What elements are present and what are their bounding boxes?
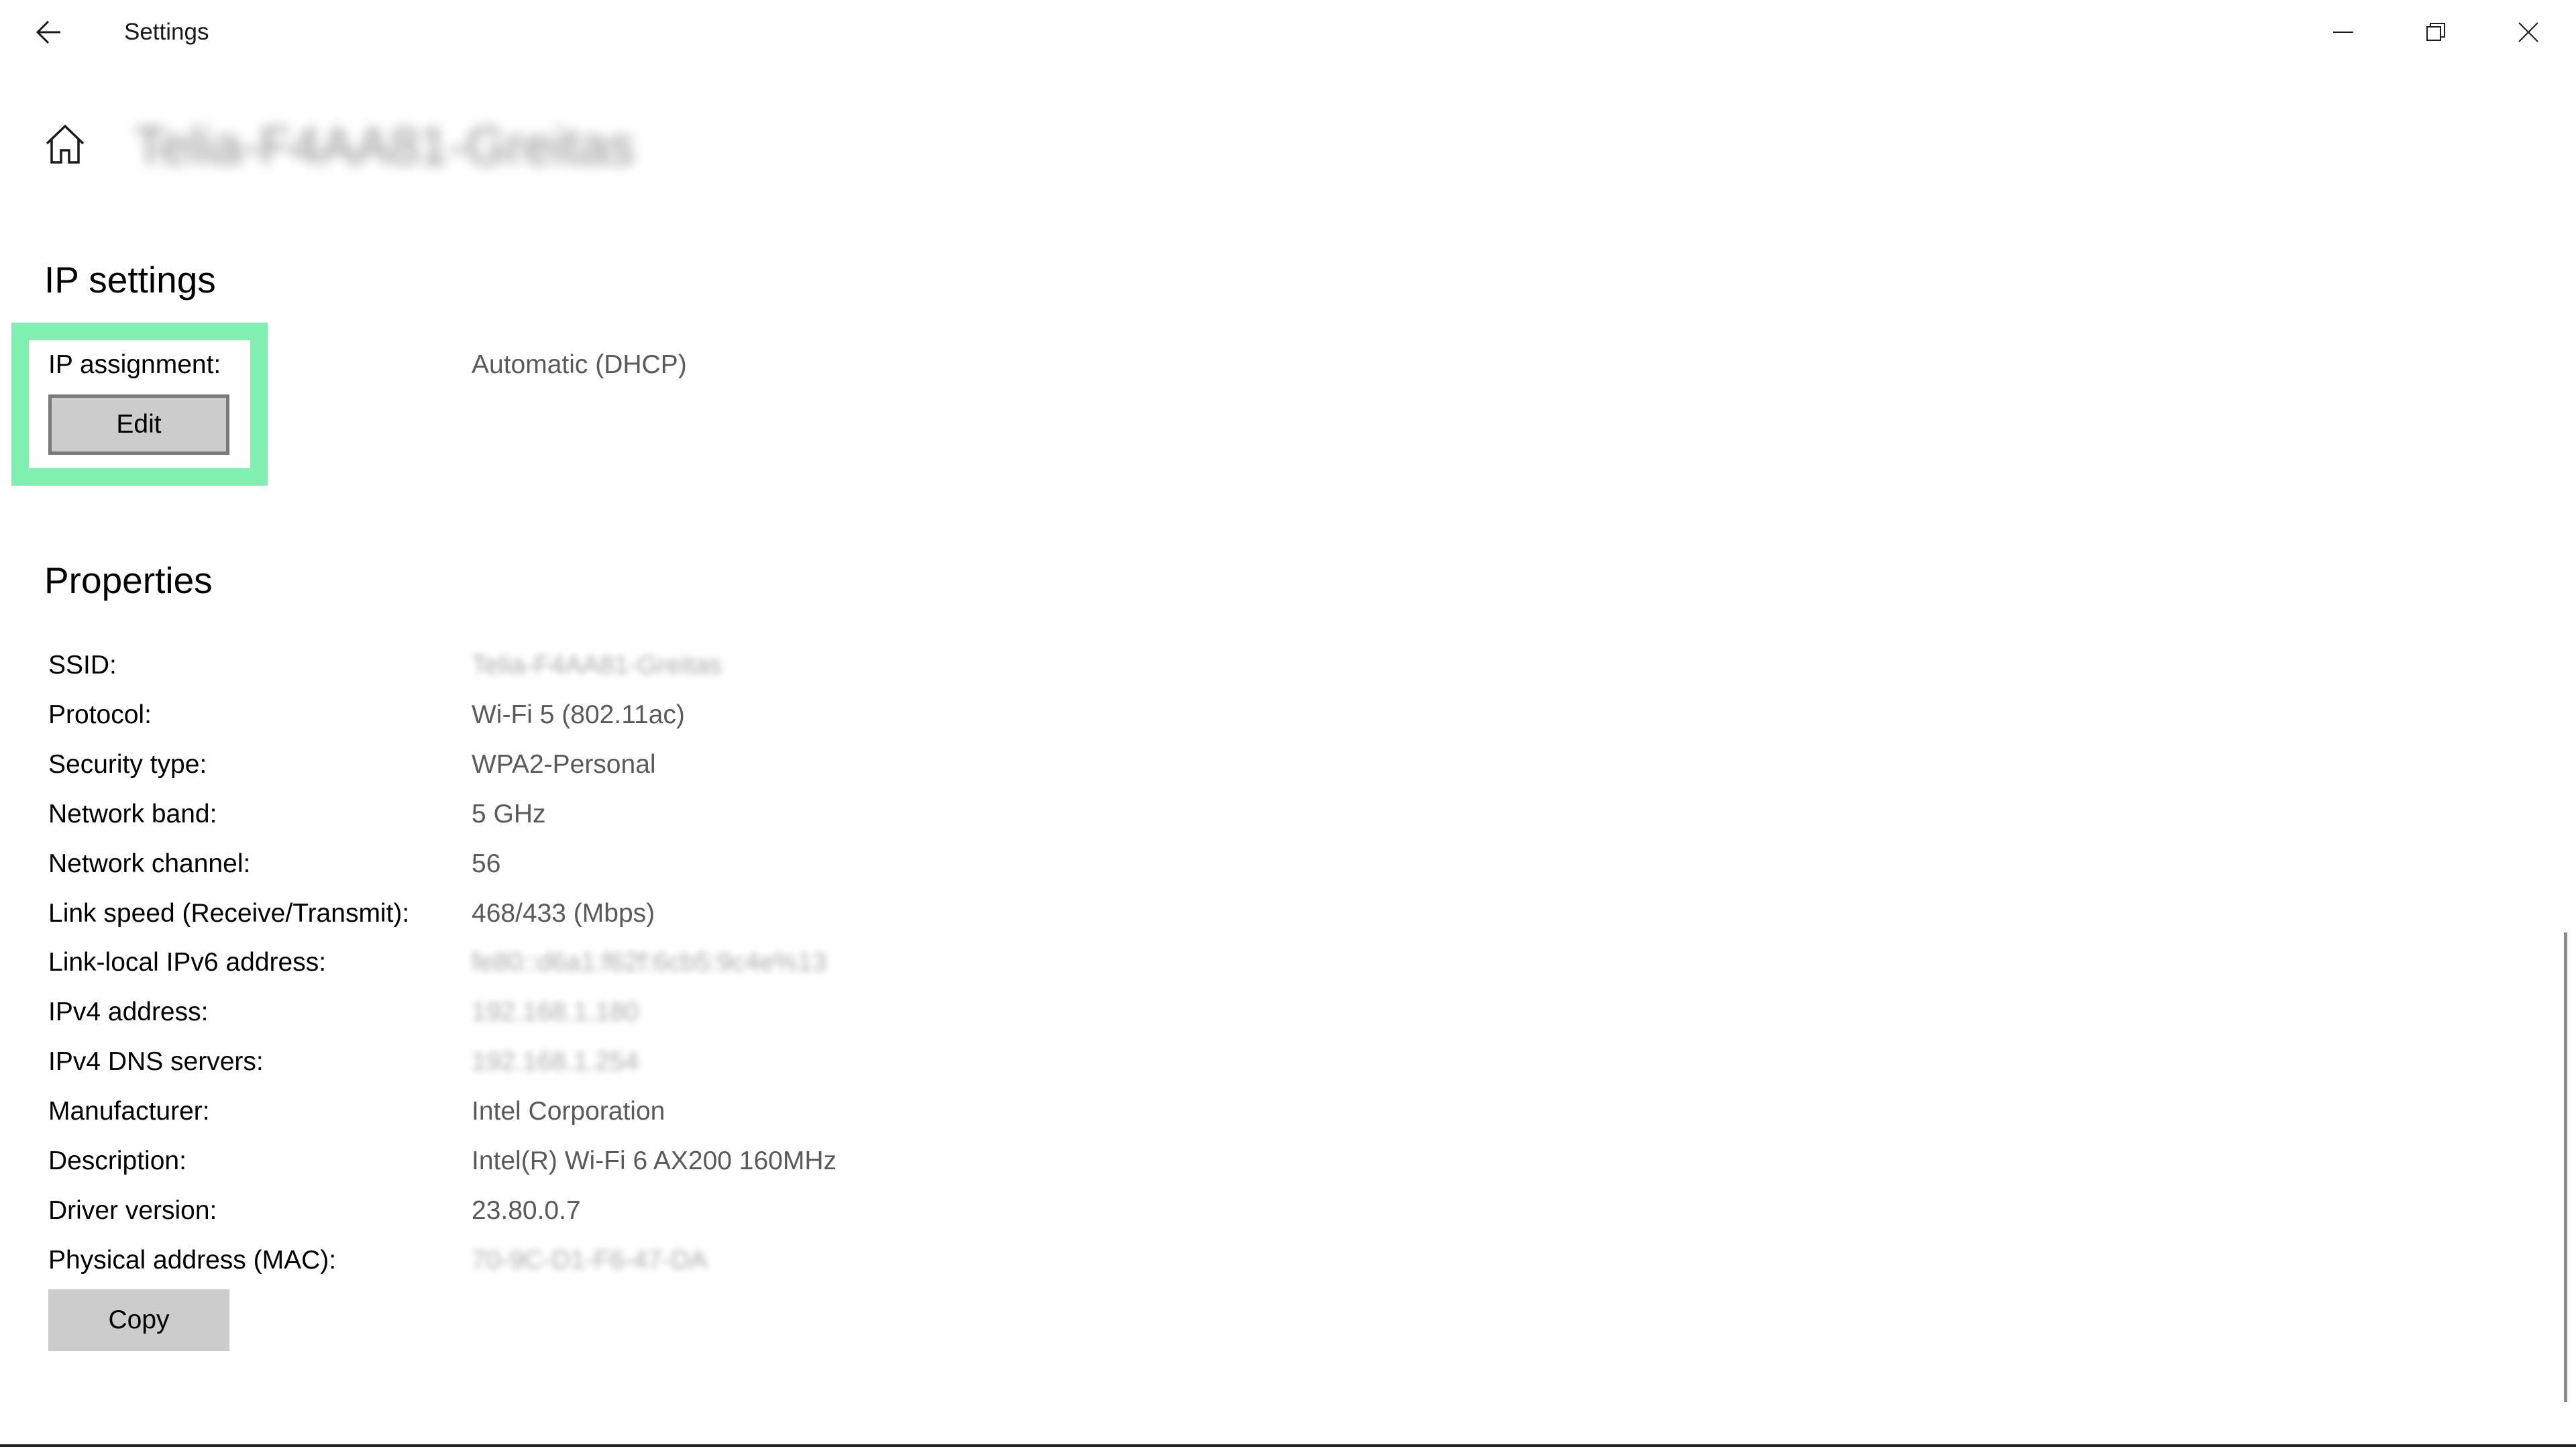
ipv6-address-label: Link-local IPv6 address:: [48, 948, 327, 977]
ipv6-address-value: fe80::d6a1:f62f:6cb5:9c4e%13: [472, 948, 827, 977]
window-bottom-border: [0, 1444, 2576, 1447]
home-icon: [46, 124, 85, 164]
network-band-value: 5 GHz: [472, 800, 546, 828]
network-channel-value: 56: [472, 849, 501, 878]
ip-settings-heading: IP settings: [44, 259, 216, 301]
mac-address-value: 70-9C-D1-F6-47-DA: [472, 1246, 708, 1275]
copy-button[interactable]: Copy: [48, 1289, 229, 1351]
link-speed-value: 468/433 (Mbps): [472, 899, 655, 928]
mac-address-label: Physical address (MAC):: [48, 1246, 337, 1275]
home-button[interactable]: [44, 123, 91, 170]
ssid-label: SSID:: [48, 651, 117, 680]
description-value: Intel(R) Wi-Fi 6 AX200 160MHz: [472, 1146, 837, 1175]
network-band-label: Network band:: [48, 800, 217, 828]
back-arrow-icon: [36, 20, 60, 44]
ipv4-dns-label: IPv4 DNS servers:: [48, 1047, 264, 1076]
driver-version-value: 23.80.0.7: [472, 1196, 581, 1225]
restore-icon: [2426, 23, 2445, 41]
ipv4-address-value: 192.168.1.180: [472, 998, 639, 1026]
close-button[interactable]: [2482, 0, 2575, 64]
manufacturer-value: Intel Corporation: [472, 1097, 665, 1126]
minimize-button[interactable]: [2297, 0, 2390, 64]
settings-window: Settings Telia-F4AA81-Greitas IP setting…: [0, 0, 2576, 1449]
link-speed-label: Link speed (Receive/Transmit):: [48, 899, 410, 928]
minimize-icon: [2333, 32, 2353, 33]
restore-button[interactable]: [2390, 0, 2482, 64]
manufacturer-label: Manufacturer:: [48, 1097, 210, 1126]
driver-version-label: Driver version:: [48, 1196, 217, 1225]
ipv4-dns-value: 192.168.1.254: [472, 1047, 639, 1076]
ip-assignment-label: IP assignment:: [48, 350, 221, 379]
protocol-label: Protocol:: [48, 700, 152, 729]
back-button[interactable]: [20, 5, 76, 59]
ip-assignment-value: Automatic (DHCP): [472, 350, 687, 379]
edit-button[interactable]: Edit: [48, 394, 229, 455]
title-bar: Settings: [0, 0, 2576, 64]
scrollbar[interactable]: [2564, 932, 2567, 1402]
description-label: Description:: [48, 1146, 186, 1175]
ssid-value: Telia-F4AA81-Greitas: [472, 651, 722, 680]
network-name-heading: Telia-F4AA81-Greitas: [134, 116, 635, 175]
close-icon: [2518, 22, 2538, 42]
security-type-value: WPA2-Personal: [472, 750, 656, 779]
properties-heading: Properties: [44, 559, 213, 601]
ipv4-address-label: IPv4 address:: [48, 998, 209, 1026]
security-type-label: Security type:: [48, 750, 207, 779]
protocol-value: Wi-Fi 5 (802.11ac): [472, 700, 685, 729]
network-channel-label: Network channel:: [48, 849, 251, 878]
app-title: Settings: [124, 19, 209, 45]
